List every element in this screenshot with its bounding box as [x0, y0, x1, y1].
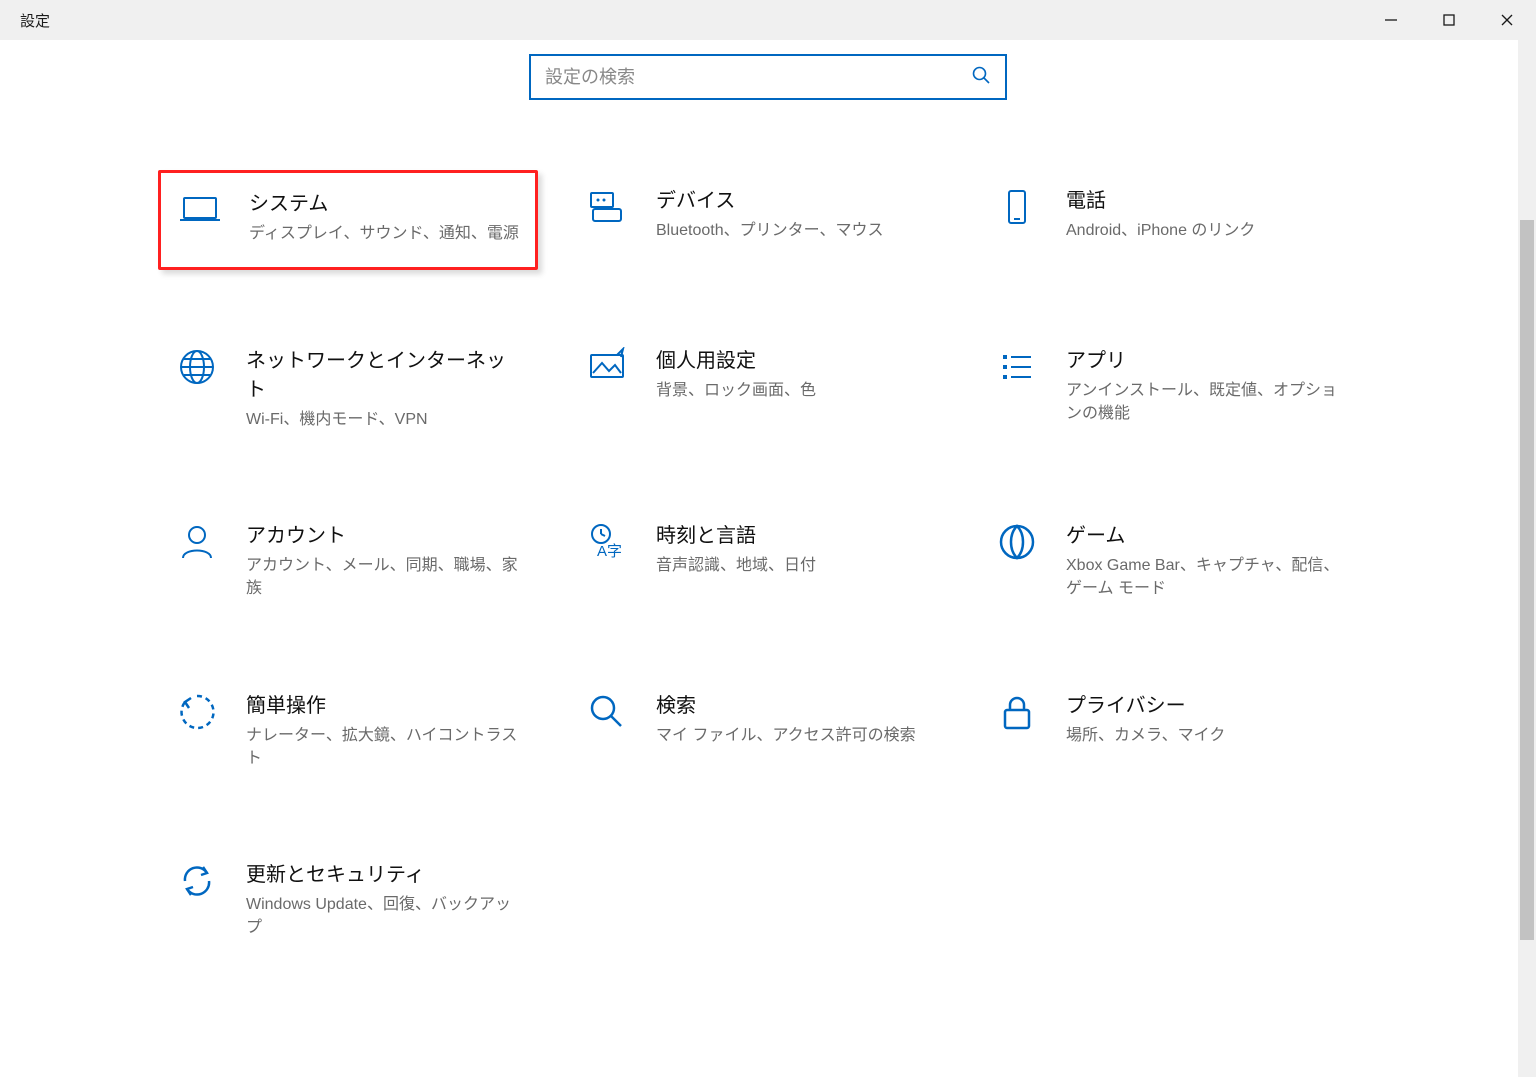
- titlebar: 設定: [0, 0, 1536, 40]
- card-privacy[interactable]: プライバシー 場所、カメラ、マイク: [978, 675, 1358, 784]
- card-desc: アカウント、メール、同期、職場、家族: [246, 554, 524, 600]
- privacy-icon: [996, 691, 1038, 733]
- card-title: システム: [249, 187, 521, 216]
- card-title: アプリ: [1066, 344, 1344, 373]
- card-desc: アンインストール、既定値、オプションの機能: [1066, 379, 1344, 425]
- time-language-icon: A字: [586, 521, 628, 563]
- phone-icon: [996, 186, 1038, 228]
- card-title: 時刻と言語: [656, 519, 934, 548]
- close-button[interactable]: [1478, 0, 1536, 40]
- card-title: 電話: [1066, 184, 1344, 213]
- card-title: ネットワークとインターネット: [246, 344, 524, 402]
- card-ease-of-access[interactable]: 簡単操作 ナレーター、拡大鏡、ハイコントラスト: [158, 675, 538, 784]
- card-accounts[interactable]: アカウント アカウント、メール、同期、職場、家族: [158, 505, 538, 614]
- ease-of-access-icon: [176, 691, 218, 733]
- network-icon: [176, 346, 218, 388]
- card-desc: Bluetooth、プリンター、マウス: [656, 219, 934, 242]
- card-title: アカウント: [246, 519, 524, 548]
- system-icon: [179, 189, 221, 231]
- card-gaming[interactable]: ゲーム Xbox Game Bar、キャプチャ、配信、ゲーム モード: [978, 505, 1358, 614]
- card-title: 簡単操作: [246, 689, 524, 718]
- card-desc: 音声認識、地域、日付: [656, 554, 934, 577]
- settings-grid: システム ディスプレイ、サウンド、通知、電源 デバイス Bluetooth、プリ…: [158, 170, 1378, 953]
- card-title: デバイス: [656, 184, 934, 213]
- gaming-icon: [996, 521, 1038, 563]
- accounts-icon: [176, 521, 218, 563]
- card-desc: マイ ファイル、アクセス許可の検索: [656, 724, 934, 747]
- card-title: 個人用設定: [656, 344, 934, 373]
- minimize-icon: [1384, 13, 1398, 27]
- card-title: 検索: [656, 689, 934, 718]
- card-devices[interactable]: デバイス Bluetooth、プリンター、マウス: [568, 170, 948, 270]
- card-desc: Xbox Game Bar、キャプチャ、配信、ゲーム モード: [1066, 554, 1344, 600]
- personalization-icon: [586, 346, 628, 388]
- card-title: ゲーム: [1066, 519, 1344, 548]
- card-title: プライバシー: [1066, 689, 1344, 718]
- card-desc: 場所、カメラ、マイク: [1066, 724, 1344, 747]
- card-phone[interactable]: 電話 Android、iPhone のリンク: [978, 170, 1358, 270]
- apps-icon: [996, 346, 1038, 388]
- card-desc: Android、iPhone のリンク: [1066, 219, 1344, 242]
- card-network[interactable]: ネットワークとインターネット Wi-Fi、機内モード、VPN: [158, 330, 538, 445]
- maximize-icon: [1442, 13, 1456, 27]
- svg-text:A字: A字: [597, 543, 622, 560]
- scrollbar-thumb[interactable]: [1520, 220, 1534, 940]
- card-apps[interactable]: アプリ アンインストール、既定値、オプションの機能: [978, 330, 1358, 445]
- update-icon: [176, 860, 218, 902]
- minimize-button[interactable]: [1362, 0, 1420, 40]
- search-icon: [971, 65, 991, 90]
- card-update-security[interactable]: 更新とセキュリティ Windows Update、回復、バックアップ: [158, 844, 538, 953]
- content-area: システム ディスプレイ、サウンド、通知、電源 デバイス Bluetooth、プリ…: [0, 54, 1536, 1091]
- search-card-icon: [586, 691, 628, 733]
- card-time-language[interactable]: A字 時刻と言語 音声認識、地域、日付: [568, 505, 948, 614]
- card-title: 更新とセキュリティ: [246, 858, 524, 887]
- card-personalization[interactable]: 個人用設定 背景、ロック画面、色: [568, 330, 948, 445]
- scrollbar-track[interactable]: [1518, 40, 1536, 1077]
- card-desc: ディスプレイ、サウンド、通知、電源: [249, 222, 521, 245]
- card-desc: Wi-Fi、機内モード、VPN: [246, 408, 524, 431]
- window-controls: [1362, 0, 1536, 40]
- window-title: 設定: [20, 10, 50, 31]
- card-search[interactable]: 検索 マイ ファイル、アクセス許可の検索: [568, 675, 948, 784]
- card-desc: Windows Update、回復、バックアップ: [246, 893, 524, 939]
- maximize-button[interactable]: [1420, 0, 1478, 40]
- card-system[interactable]: システム ディスプレイ、サウンド、通知、電源: [158, 170, 538, 270]
- close-icon: [1500, 13, 1514, 27]
- search-box[interactable]: [529, 54, 1007, 100]
- search-input[interactable]: [545, 67, 971, 88]
- devices-icon: [586, 186, 628, 228]
- card-desc: 背景、ロック画面、色: [656, 379, 934, 402]
- search-container: [0, 54, 1536, 100]
- card-desc: ナレーター、拡大鏡、ハイコントラスト: [246, 724, 524, 770]
